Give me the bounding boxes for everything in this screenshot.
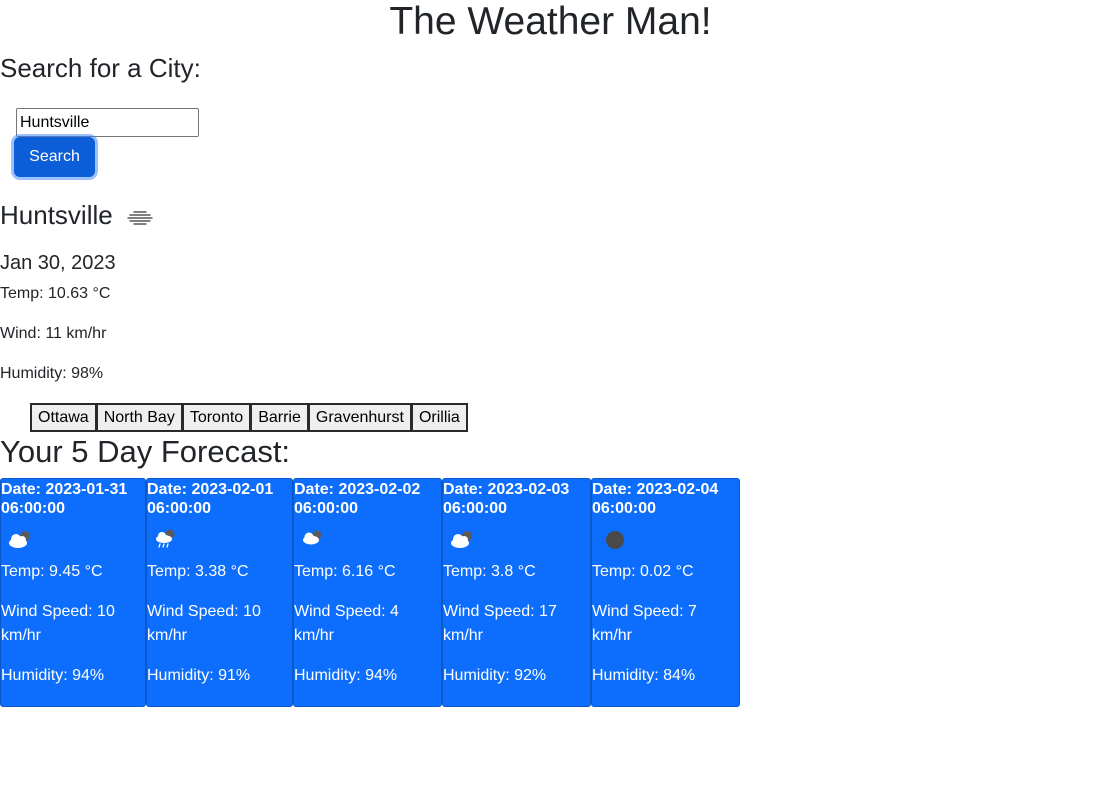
current-temp: Temp: 10.63 °C xyxy=(0,285,111,302)
cloud-icon xyxy=(447,524,477,554)
rain-cloud-icon xyxy=(151,524,181,554)
forecast-temp: Temp: 0.02 °C xyxy=(592,563,694,580)
forecast-temp: Temp: 3.38 °C xyxy=(147,563,249,580)
forecast-wind: Wind Speed: 4 km/hr xyxy=(294,603,399,644)
history-button-orillia[interactable]: Orillia xyxy=(411,403,468,432)
forecast-humidity: Humidity: 92% xyxy=(443,667,547,684)
forecast-cards: Date: 2023-01-31 06:00:00 Temp: 9.45 °C … xyxy=(0,478,740,707)
current-date: Jan 30, 2023 xyxy=(0,252,116,274)
forecast-humidity: Humidity: 91% xyxy=(147,667,251,684)
forecast-card: Date: 2023-02-01 06:00:00 Temp: 3.38 °C … xyxy=(146,478,293,707)
forecast-wind: Wind Speed: 7 km/hr xyxy=(592,603,697,644)
history-button-barrie[interactable]: Barrie xyxy=(251,403,309,432)
current-wind: Wind: 11 km/hr xyxy=(0,325,107,342)
forecast-humidity: Humidity: 84% xyxy=(592,667,696,684)
forecast-wind: Wind Speed: 10 km/hr xyxy=(1,603,115,644)
search-heading: Search for a City: xyxy=(0,53,201,83)
forecast-card: Date: 2023-02-03 06:00:00 Temp: 3.8 °C W… xyxy=(442,478,591,707)
history-button-gravenhurst[interactable]: Gravenhurst xyxy=(308,403,412,432)
app-title: The Weather Man! xyxy=(389,0,712,43)
history-button-toronto[interactable]: Toronto xyxy=(182,403,252,432)
history-button-north-bay[interactable]: North Bay xyxy=(96,403,183,432)
search-button[interactable]: Search xyxy=(14,137,95,177)
forecast-heading: Your 5 Day Forecast: xyxy=(0,434,291,469)
cloud-icon xyxy=(298,524,328,554)
forecast-date: Date: 2023-02-03 06:00:00 xyxy=(443,481,570,517)
current-humidity: Humidity: 98% xyxy=(0,365,104,382)
forecast-card: Date: 2023-02-02 06:00:00 Temp: 6.16 °C … xyxy=(293,478,442,707)
forecast-temp: Temp: 9.45 °C xyxy=(1,563,103,580)
forecast-card: Date: 2023-01-31 06:00:00 Temp: 9.45 °C … xyxy=(0,478,146,707)
forecast-wind: Wind Speed: 17 km/hr xyxy=(443,603,557,644)
forecast-humidity: Humidity: 94% xyxy=(1,667,105,684)
forecast-temp: Temp: 6.16 °C xyxy=(294,563,396,580)
current-city-name: Huntsville xyxy=(0,200,113,230)
forecast-humidity: Humidity: 94% xyxy=(294,667,398,684)
forecast-date: Date: 2023-02-04 06:00:00 xyxy=(592,481,719,517)
forecast-card: Date: 2023-02-04 06:00:00 Temp: 0.02 °C … xyxy=(591,478,740,707)
city-search-input[interactable] xyxy=(16,108,199,137)
history-button-ottawa[interactable]: Ottawa xyxy=(30,403,97,432)
forecast-date: Date: 2023-01-31 06:00:00 xyxy=(1,481,128,517)
cloud-icon xyxy=(5,524,35,554)
forecast-date: Date: 2023-02-02 06:00:00 xyxy=(294,481,421,517)
mist-icon xyxy=(125,202,155,232)
forecast-temp: Temp: 3.8 °C xyxy=(443,563,536,580)
forecast-date: Date: 2023-02-01 06:00:00 xyxy=(147,481,274,517)
search-history: Ottawa North Bay Toronto Barrie Gravenhu… xyxy=(30,403,468,432)
current-weather-header: Huntsville xyxy=(0,198,155,232)
forecast-wind: Wind Speed: 10 km/hr xyxy=(147,603,261,644)
dark-cloud-icon xyxy=(596,524,626,554)
weather-app: The Weather Man! Search for a City: Sear… xyxy=(0,0,1101,797)
